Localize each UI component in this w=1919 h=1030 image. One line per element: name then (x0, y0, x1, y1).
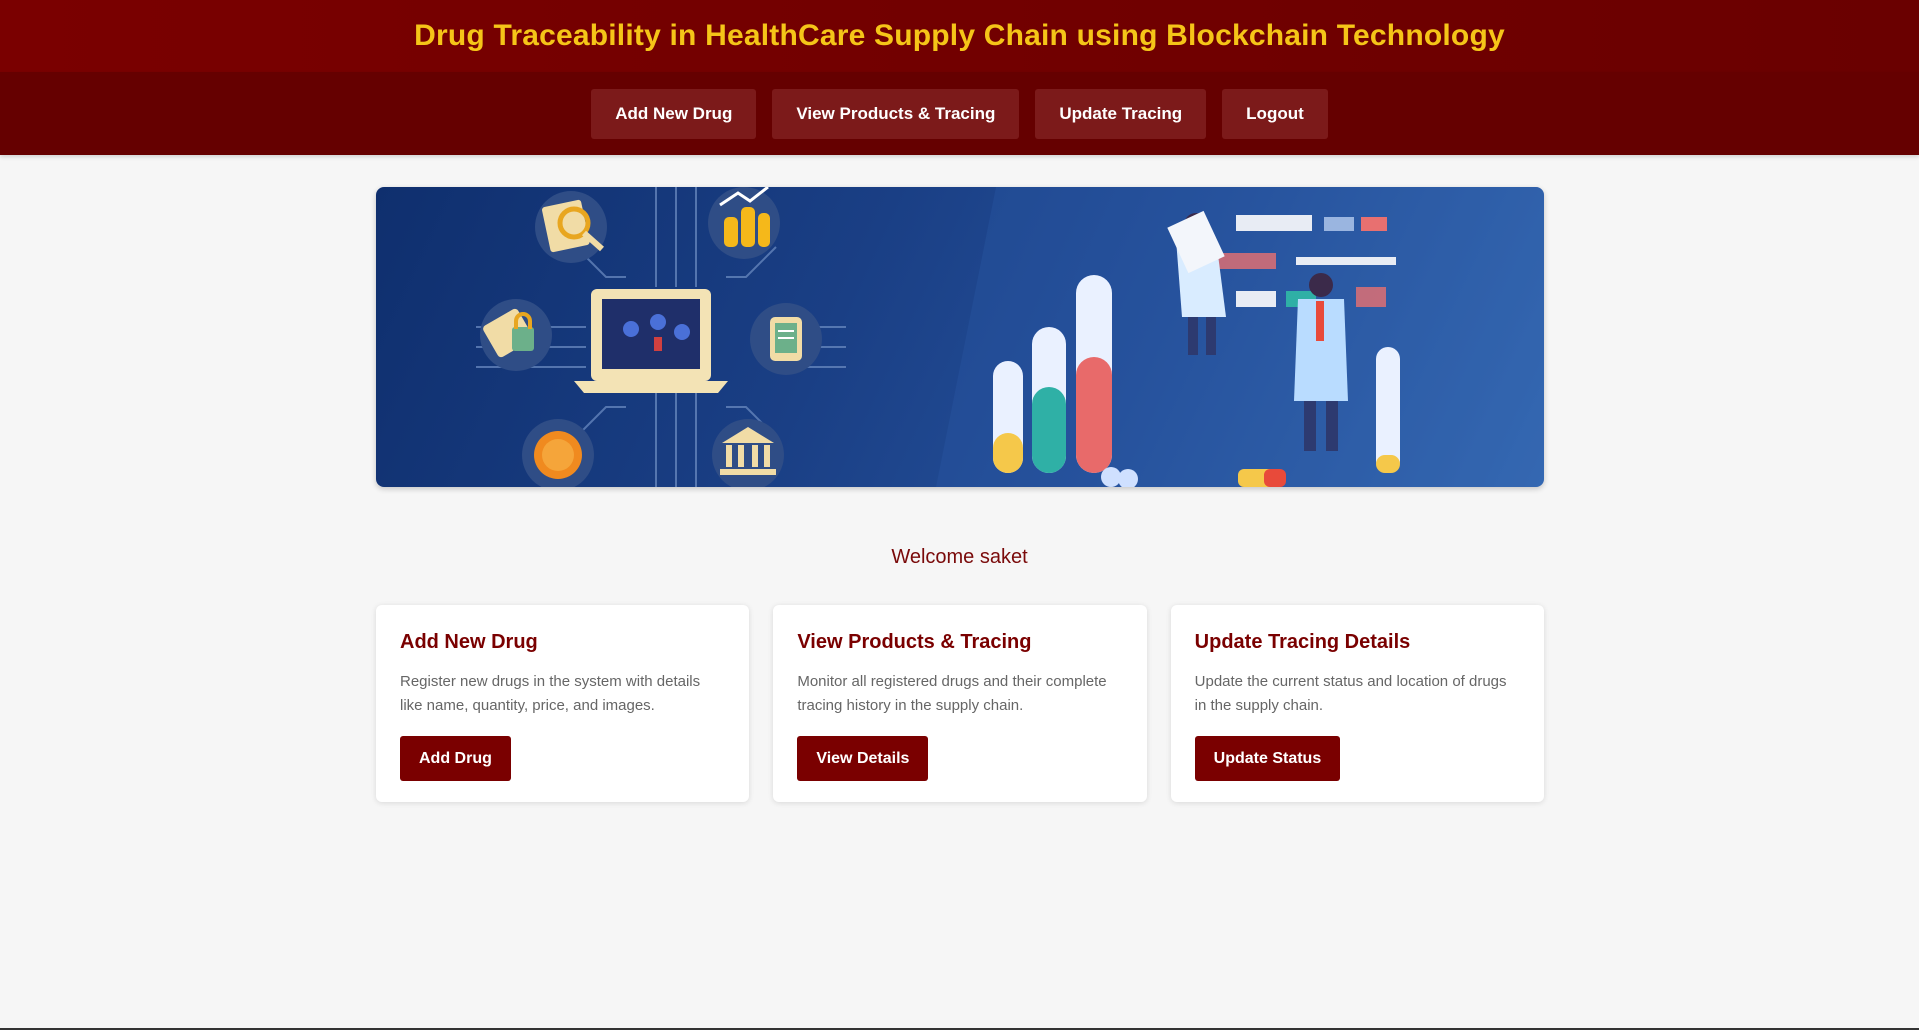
card-view-products-tracing: View Products & Tracing Monitor all regi… (773, 605, 1147, 802)
hero-banner-image (376, 187, 1544, 487)
update-status-button[interactable]: Update Status (1194, 736, 1341, 781)
nav-logout[interactable]: Logout (1222, 88, 1328, 139)
nav-view-products-tracing[interactable]: View Products & Tracing (772, 88, 1020, 139)
lock-chip-icon (480, 299, 552, 371)
banner-illustration (476, 187, 1544, 487)
nav-update-tracing[interactable]: Update Tracing (1035, 88, 1207, 139)
welcome-message: Welcome saket (891, 546, 1028, 568)
card-add-new-drug: Add New Drug Register new drugs in the s… (376, 605, 750, 802)
card-description: Update the current status and location o… (1194, 673, 1507, 714)
lab-shelves-icon (1216, 215, 1396, 307)
add-drug-button[interactable]: Add Drug (400, 736, 511, 781)
main-nav: Add New Drug View Products & Tracing Upd… (0, 72, 1919, 155)
coins-chart-icon (708, 187, 780, 259)
view-details-button[interactable]: View Details (797, 736, 929, 781)
card-description: Register new drugs in the system with de… (400, 673, 701, 714)
laptop-icon (574, 289, 728, 393)
card-title: Update Tracing Details (1194, 631, 1411, 653)
bank-building-icon (712, 419, 784, 487)
documents-search-icon (535, 191, 607, 263)
banner-light-panel (936, 187, 1544, 487)
app-header: Drug Traceability in HealthCare Supply C… (0, 0, 1919, 72)
nav-add-new-drug[interactable]: Add New Drug (591, 88, 757, 139)
card-update-tracing-details: Update Tracing Details Update the curren… (1170, 605, 1544, 802)
card-title: Add New Drug (400, 631, 538, 653)
page-title: Drug Traceability in HealthCare Supply C… (414, 19, 1505, 52)
feature-cards: Add New Drug Register new drugs in the s… (376, 605, 1544, 802)
mobile-document-icon (750, 303, 822, 375)
card-title: View Products & Tracing (797, 631, 1032, 653)
card-description: Monitor all registered drugs and their c… (797, 673, 1107, 714)
